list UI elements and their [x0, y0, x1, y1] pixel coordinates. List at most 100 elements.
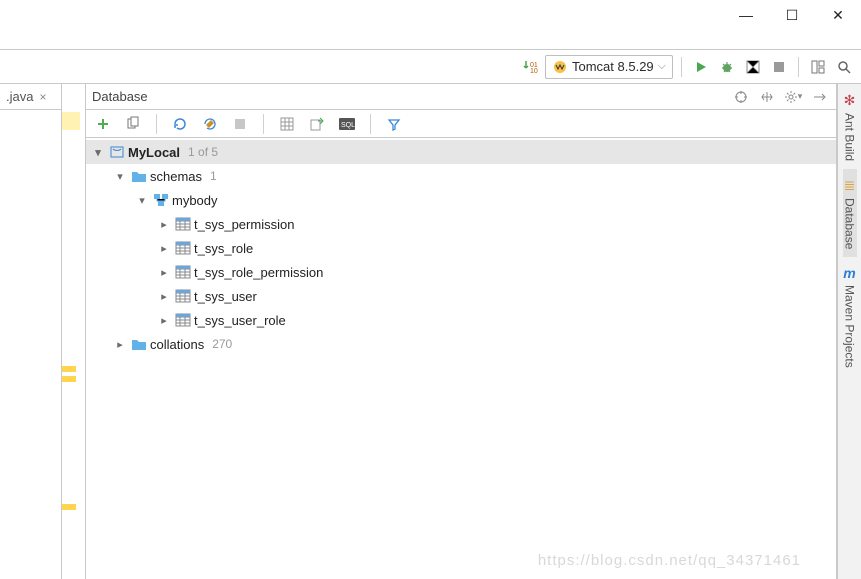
table-icon — [174, 313, 192, 327]
tree-schema[interactable]: mybody — [86, 188, 836, 212]
expand-arrow-icon[interactable] — [156, 314, 172, 327]
collapse-icon[interactable] — [808, 86, 830, 108]
gutter-mark — [62, 366, 76, 372]
download-small-icon[interactable]: 0110 — [519, 56, 541, 78]
tree-table[interactable]: t_sys_role_permission — [86, 260, 836, 284]
copy-icon[interactable] — [122, 113, 144, 135]
stop-small-icon[interactable] — [229, 113, 251, 135]
split-icon[interactable] — [756, 86, 778, 108]
database-panel-header: Database ▾ — [86, 84, 836, 110]
table-label: t_sys_role_permission — [194, 265, 323, 280]
collations-label: collations — [150, 337, 204, 352]
run-config-dropdown[interactable]: Tomcat 8.5.29 ⌵ — [545, 55, 673, 79]
expand-arrow-icon[interactable] — [156, 218, 172, 231]
editor-area: .java × — [0, 84, 62, 579]
table-label: t_sys_permission — [194, 217, 294, 232]
database-connection-icon — [108, 144, 126, 160]
table-view-icon[interactable] — [276, 113, 298, 135]
close-button[interactable]: ✕ — [815, 0, 861, 30]
expand-arrow-icon[interactable] — [156, 266, 172, 279]
database-tree[interactable]: MyLocal 1 of 5 schemas 1 mybody — [86, 138, 836, 579]
table-label: t_sys_user — [194, 289, 257, 304]
database-panel: Database ▾ SQL — [86, 84, 837, 579]
export-icon[interactable] — [306, 113, 328, 135]
close-tab-icon[interactable]: × — [39, 90, 46, 104]
tree-table[interactable]: t_sys_role — [86, 236, 836, 260]
tree-collations-folder[interactable]: collations 270 — [86, 332, 836, 356]
panel-title: Database — [92, 89, 730, 104]
table-icon — [174, 217, 192, 231]
expand-arrow-icon[interactable] — [112, 338, 128, 351]
database-tab-label: Database — [843, 198, 857, 249]
maven-m-icon: m — [843, 265, 855, 281]
expand-arrow-icon[interactable] — [156, 242, 172, 255]
database-tab[interactable]: ≣ Database — [843, 169, 857, 257]
coverage-button[interactable] — [742, 56, 764, 78]
debug-button[interactable] — [716, 56, 738, 78]
svg-text:SQL: SQL — [341, 122, 355, 129]
table-icon — [174, 241, 192, 255]
run-config-label: Tomcat 8.5.29 — [572, 59, 654, 74]
schema-icon — [152, 193, 170, 207]
table-label: t_sys_role — [194, 241, 253, 256]
editor-tab-label: .java — [6, 89, 33, 104]
layout-button[interactable] — [807, 56, 829, 78]
run-button[interactable] — [690, 56, 712, 78]
gear-icon[interactable]: ▾ — [782, 86, 804, 108]
stop-button[interactable] — [768, 56, 790, 78]
minimize-button[interactable]: — — [723, 0, 769, 30]
sql-console-icon[interactable]: SQL — [336, 113, 358, 135]
gutter-mark — [62, 376, 76, 382]
table-icon — [174, 265, 192, 279]
expand-arrow-icon[interactable] — [112, 170, 128, 183]
tree-datasource[interactable]: MyLocal 1 of 5 — [86, 140, 836, 164]
folder-icon — [130, 337, 148, 351]
tree-table[interactable]: t_sys_permission — [86, 212, 836, 236]
main-toolbar: 0110 Tomcat 8.5.29 ⌵ — [0, 50, 861, 84]
chevron-down-icon: ⌵ — [658, 60, 666, 73]
plus-icon[interactable] — [92, 113, 114, 135]
gutter-highlight — [62, 112, 80, 130]
maven-tab[interactable]: m Maven Projects — [843, 257, 857, 376]
right-tool-strip: ✻ Ant Build ≣ Database m Maven Projects — [837, 84, 861, 579]
datasource-count: 1 of 5 — [188, 145, 218, 159]
separator — [681, 57, 682, 77]
ant-icon: ✻ — [844, 92, 856, 109]
search-button[interactable] — [833, 56, 855, 78]
filter-icon[interactable] — [383, 113, 405, 135]
maven-tab-label: Maven Projects — [843, 285, 857, 368]
window-controls: — ☐ ✕ — [723, 0, 861, 30]
db-cylinder-icon: ≣ — [844, 177, 856, 194]
maximize-button[interactable]: ☐ — [769, 0, 815, 30]
tree-table[interactable]: t_sys_user_role — [86, 308, 836, 332]
database-toolbar: SQL — [86, 110, 836, 138]
separator — [263, 114, 264, 134]
expand-arrow-icon[interactable] — [134, 194, 150, 207]
separator — [798, 57, 799, 77]
gutter-mark — [62, 504, 76, 510]
separator — [156, 114, 157, 134]
expand-arrow-icon[interactable] — [156, 290, 172, 303]
collations-count: 270 — [212, 337, 232, 351]
menu-strip — [0, 30, 861, 50]
target-icon[interactable] — [730, 86, 752, 108]
schemas-label: schemas — [150, 169, 202, 184]
ant-build-label: Ant Build — [843, 113, 857, 161]
tree-table[interactable]: t_sys_user — [86, 284, 836, 308]
tree-schemas-folder[interactable]: schemas 1 — [86, 164, 836, 188]
wrench-refresh-icon[interactable] — [199, 113, 221, 135]
expand-arrow-icon[interactable] — [90, 146, 106, 159]
refresh-icon[interactable] — [169, 113, 191, 135]
datasource-label: MyLocal — [128, 145, 180, 160]
tomcat-icon — [552, 59, 568, 75]
schemas-count: 1 — [210, 169, 217, 183]
ant-build-tab[interactable]: ✻ Ant Build — [843, 84, 857, 169]
schema-label: mybody — [172, 193, 218, 208]
table-icon — [174, 289, 192, 303]
editor-tab[interactable]: .java × — [0, 84, 61, 110]
main-layout: .java × Database ▾ — [0, 84, 861, 579]
separator — [370, 114, 371, 134]
table-label: t_sys_user_role — [194, 313, 286, 328]
svg-text:10: 10 — [530, 68, 538, 75]
folder-icon — [130, 169, 148, 183]
